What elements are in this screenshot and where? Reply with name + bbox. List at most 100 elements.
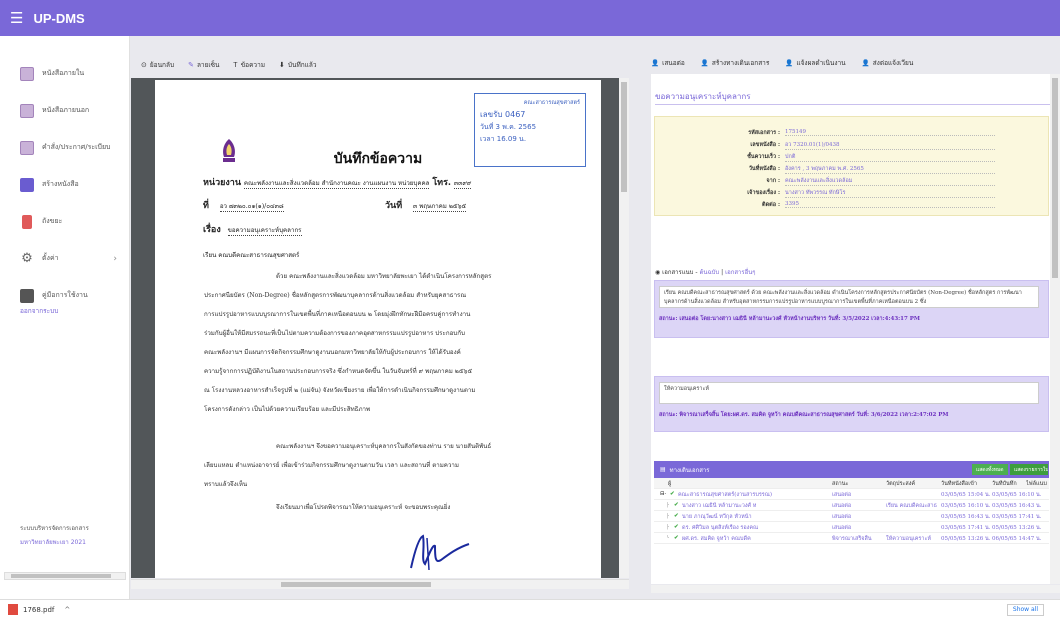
create-route-link[interactable]: 👤 สร้างทางเดินเอกสาร bbox=[701, 56, 770, 70]
status-date: วันที่: 3/5/2022 bbox=[828, 316, 870, 322]
table-row[interactable]: ⊟- ✔ คณะสาธารณสุขศาสตร์(งานสารบรรณ) เสนอ… bbox=[654, 489, 1049, 500]
route-table-header: ผู้ สถานะ วัตถุประสงค์ วันที่หนังสือเข้า… bbox=[654, 478, 1049, 489]
info-label: จาก : bbox=[766, 178, 780, 184]
status-date: วันที่: 3/6/2022 bbox=[856, 412, 898, 418]
manual-icon bbox=[20, 288, 34, 303]
route-saved-date: 03/05/65 16:10 น. bbox=[992, 492, 1042, 498]
info-label: ติดต่อ : bbox=[762, 202, 780, 208]
status-by: โดย:นางสาว เฌธินี หล้ามานะวงศ์ หัวหน้างา… bbox=[700, 316, 827, 322]
sidebar-item-label: ถังขยะ bbox=[42, 217, 63, 225]
checkmark-icon: ✔ bbox=[674, 502, 679, 508]
pdf-viewer[interactable]: คณะสาธารณสุขศาสตร์ เลขรับ 0467 วันที่ 3 … bbox=[131, 78, 629, 578]
route-table: ผู้ สถานะ วัตถุประสงค์ วันที่หนังสือเข้า… bbox=[654, 478, 1049, 544]
logout-link[interactable]: ออกจากระบบ bbox=[0, 306, 129, 316]
create-document-icon bbox=[20, 177, 34, 192]
table-row[interactable]: ├ ✔ ดร. ศศิวิมล นุตสิงห์เรือง รองคณ เสนอ… bbox=[654, 522, 1049, 533]
date-label: วันที่ bbox=[385, 201, 403, 211]
col-header: ผู้ bbox=[668, 481, 672, 487]
route-icon: ▤ bbox=[660, 466, 666, 473]
body-line: ด้วย คณะพลังงานและสิ่งแวดล้อม มหาวิทยาลั… bbox=[276, 273, 492, 280]
stamp-org: คณะสาธารณสุขศาสตร์ bbox=[523, 100, 580, 106]
checkmark-icon: ✔ bbox=[670, 491, 675, 497]
stamp-date: วันที่ 3 พ.ค. 2565 bbox=[480, 123, 537, 131]
stamp-number: เลขรับ 0467 bbox=[480, 110, 526, 119]
pdf-horizontal-scrollbar[interactable] bbox=[131, 579, 629, 589]
tree-line: ├ bbox=[666, 524, 670, 530]
route-status: เสนอต่อ bbox=[832, 514, 852, 520]
comment-status-1: สถานะ: เสนอต่อ โดย:นางสาว เฌธินี หล้ามาน… bbox=[659, 315, 920, 323]
sidebar-horizontal-scrollbar[interactable] bbox=[4, 572, 126, 580]
body-line: การแปรรูปอาหารแบบบูรณาการในเขตพื้นที่ภาค… bbox=[204, 311, 471, 318]
info-row: เจ้าของเรื่อง : นางสาว ทัพวรรณ ทักษิโร bbox=[655, 189, 1050, 200]
sidebar-item-settings[interactable]: ⚙ ตั้งค่า › bbox=[0, 240, 129, 277]
table-row[interactable]: ├ ✔ นางสาว เฌธินี หล้ามานะวงศ์ ห เสนอต่อ… bbox=[654, 500, 1049, 511]
inbox-document-icon bbox=[20, 66, 34, 81]
info-label: ชั้นความเร็ว : bbox=[747, 154, 780, 160]
body-paragraph-1: ด้วย คณะพลังงานและสิ่งแวดล้อม มหาวิทยาลั… bbox=[204, 267, 576, 419]
table-row[interactable]: └ ✔ ผศ.ดร. สมคิด จูหว้า คณบดีค พิจารณาเส… bbox=[654, 533, 1049, 544]
footer-university-link[interactable]: มหาวิทยาลัยพะเยา 2021 bbox=[20, 536, 89, 550]
gear-icon: ⚙ bbox=[21, 250, 33, 266]
attachments-separator: | bbox=[721, 269, 724, 276]
report-result-link[interactable]: 👤 แจ้งผลดำเนินงาน bbox=[785, 56, 845, 70]
route-status: เสนอต่อ bbox=[832, 525, 852, 531]
panel-horizontal-scrollbar[interactable] bbox=[651, 585, 1060, 593]
info-label: วันที่หนังสือ : bbox=[748, 166, 780, 172]
sign-button[interactable]: ✎ ลายเซ็น bbox=[188, 60, 219, 70]
route-in-date: 03/05/65 16:10 น. bbox=[941, 503, 991, 509]
info-value: นางสาว ทัพวรรณ ทักษิโร bbox=[785, 189, 995, 198]
ref-line: ที่ อว ๗๓๒๐.๐๑(๑)/๐๔๓๘ bbox=[203, 198, 284, 212]
comment-text-1[interactable]: เรียน คณบดีคณะสาธารณสุขศาสตร์ ด้วย คณะพล… bbox=[659, 286, 1039, 308]
panel-vertical-scrollbar[interactable] bbox=[1050, 74, 1060, 584]
tree-line: ├ bbox=[666, 513, 670, 519]
route-who: นาย ภาณุวัฒน์ ทวีกุล หัวหน้า bbox=[682, 514, 752, 520]
comment-text-2[interactable]: ให้ความอนุเคราะห์ bbox=[659, 382, 1039, 404]
text-button[interactable]: Ꭲ ข้อความ bbox=[233, 60, 265, 70]
trash-icon bbox=[22, 214, 32, 229]
original-file-link[interactable]: ต้นฉบับ bbox=[699, 269, 719, 276]
circulate-link[interactable]: 👤 ส่งต่อแจ้งเวียน bbox=[862, 56, 914, 70]
sidebar-item-orders[interactable]: คำสั่ง/ประกาศ/ระเบียบ bbox=[0, 129, 129, 166]
back-button[interactable]: ⊙ ย้อนกลับ bbox=[141, 60, 174, 70]
forward-link[interactable]: 👤 เสนอต่อ bbox=[651, 56, 685, 70]
show-unit-route-button[interactable]: แสดงรายการในหน่วยงาน bbox=[1010, 464, 1048, 475]
menu-icon[interactable]: ☰ bbox=[10, 9, 23, 27]
info-label: เลขหนังสือ : bbox=[750, 142, 780, 148]
ref-label: ที่ bbox=[203, 201, 209, 211]
body-line: คณะพลังงานฯ มีแผนการจัดกิจกรรมศึกษาดูงาน… bbox=[204, 349, 461, 356]
info-row: จาก : คณะพลังงานและสิ่งแวดล้อม bbox=[655, 177, 1050, 188]
footer-system-name: ระบบบริหารจัดการเอกสาร bbox=[20, 525, 89, 532]
pdf-vertical-scrollbar[interactable] bbox=[619, 78, 629, 578]
route-saved-date: 05/05/65 13:26 น. bbox=[992, 525, 1042, 531]
body-paragraph-2: คณะพลังงานฯ จึงขอความอนุเคราะห์บุคลากรใน… bbox=[204, 437, 576, 494]
col-header: วันที่บันทึก bbox=[992, 481, 1017, 487]
sidebar-item-trash[interactable]: ถังขยะ bbox=[0, 203, 129, 240]
info-value: 3395 bbox=[785, 201, 995, 208]
route-status: พิจารณาเสร็จสิ้น bbox=[832, 536, 872, 542]
route-header: ▤ ทางเดินเอกสาร แสดงทั้งหมด แสดงรายการใน… bbox=[654, 461, 1049, 478]
other-files-link[interactable]: เอกสารอื่นๆ bbox=[725, 269, 755, 276]
checkmark-icon: ✔ bbox=[674, 513, 679, 519]
sidebar-item-create-doc[interactable]: สร้างหนังสือ bbox=[0, 166, 129, 203]
sidebar-item-label: หนังสือภายใน bbox=[42, 69, 85, 77]
signature-image bbox=[410, 534, 470, 571]
saved-button[interactable]: ⬇ บันทึกแล้ว bbox=[279, 60, 317, 70]
show-all-button[interactable]: Show all bbox=[1006, 604, 1044, 616]
document-detail-panel: ขอความอนุเคราะห์บุคลากร รหัสเอกสาร : 1751… bbox=[651, 74, 1060, 584]
download-filename[interactable]: 1768.pdf bbox=[23, 606, 54, 614]
info-row: เลขหนังสือ : อว 7320.01(1)/0438 bbox=[655, 141, 1050, 152]
status-time: เวลา:4:43:17 PM bbox=[871, 316, 920, 322]
tree-line: ├ bbox=[666, 502, 670, 508]
order-document-icon bbox=[20, 140, 34, 155]
app-root: ☰ UP-DMS หนังสือภายใน หนังสือภายนอก คำสั… bbox=[0, 0, 1060, 619]
attachments-label: เอกสารแนบ - bbox=[662, 269, 698, 276]
status-value: สถานะ: พิจารณาเสร็จสิ้น bbox=[659, 412, 720, 418]
body-line: เลียบแหลม ตำแหน่งอาจารย์ เพื่อเข้าร่วมกิ… bbox=[204, 462, 459, 469]
chevron-up-icon[interactable]: ^ bbox=[64, 606, 70, 614]
report-result-label: แจ้งผลดำเนินงาน bbox=[796, 59, 846, 67]
sidebar-item-external-docs[interactable]: หนังสือภายนอก bbox=[0, 92, 129, 129]
sidebar-item-internal-docs[interactable]: หนังสือภายใน bbox=[0, 55, 129, 92]
table-row[interactable]: ├ ✔ นาย ภาณุวัฒน์ ทวีกุล หัวหน้า เสนอต่อ… bbox=[654, 511, 1049, 522]
show-all-route-button[interactable]: แสดงทั้งหมด bbox=[972, 464, 1008, 475]
tree-toggle[interactable]: ⊟- bbox=[660, 491, 666, 497]
